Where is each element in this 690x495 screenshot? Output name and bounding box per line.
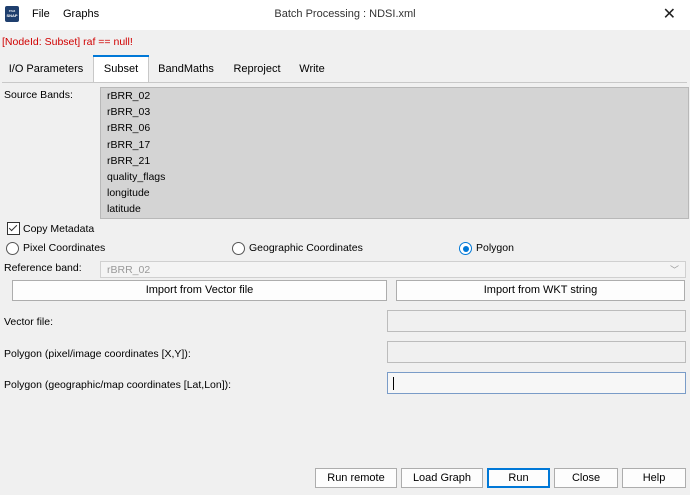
chevron-down-icon: ﹀ [669,265,679,275]
tab-write[interactable]: Write [292,56,332,82]
help-button[interactable]: Help [622,468,686,488]
window-title: Batch Processing : NDSI.xml [274,8,416,20]
load-graph-button[interactable]: Load Graph [401,468,483,488]
polygon-geo-field[interactable] [387,372,686,394]
import-wkt-button[interactable]: Import from WKT string [396,280,685,301]
tab-bandmaths[interactable]: BandMaths [150,56,222,82]
reference-band-label: Reference band: [4,262,82,274]
geographic-coordinates-radio[interactable] [232,242,245,255]
import-vector-button[interactable]: Import from Vector file [12,280,387,301]
list-item[interactable]: rBRR_06 [101,120,688,136]
polygon-radio[interactable] [459,242,472,255]
close-icon[interactable]: ✕ [663,4,676,24]
pixel-coordinates-radio[interactable] [6,242,19,255]
polygon-label: Polygon [476,242,514,254]
tab-io-parameters[interactable]: I/O Parameters [2,56,90,82]
polygon-geo-label: Polygon (geographic/map coordinates [Lat… [4,379,232,391]
list-item[interactable]: latitude [101,201,688,217]
copy-metadata-label: Copy Metadata [23,223,95,235]
close-button[interactable]: Close [554,468,618,488]
list-item[interactable]: rBRR_21 [101,153,688,169]
error-message: [NodeId: Subset] raf == null! [2,36,133,48]
list-item[interactable]: rBRR_03 [101,104,688,120]
geographic-coordinates-label: Geographic Coordinates [249,242,363,254]
vector-file-field[interactable] [387,310,686,332]
run-remote-button[interactable]: Run remote [315,468,397,488]
source-bands-label: Source Bands: [4,89,73,101]
source-bands-list[interactable]: rBRR_02 rBRR_03 rBRR_06 rBRR_17 rBRR_21 … [100,87,689,219]
run-button[interactable]: Run [487,468,550,488]
title-bar: esa SNAP File Graphs Batch Processing : … [0,0,690,30]
copy-metadata-checkbox[interactable] [7,222,20,235]
list-item[interactable]: quality_flags [101,169,688,185]
polygon-pixel-label: Polygon (pixel/image coordinates [X,Y]): [4,348,191,360]
list-item[interactable]: rBRR_17 [101,137,688,153]
reference-band-select[interactable]: rBRR_02 ﹀ [100,261,686,278]
subset-panel: Source Bands: rBRR_02 rBRR_03 rBRR_06 rB… [2,82,689,461]
reference-band-value: rBRR_02 [107,264,151,276]
tab-reproject[interactable]: Reproject [226,56,288,82]
pixel-coordinates-label: Pixel Coordinates [23,242,106,254]
vector-file-label: Vector file: [4,316,54,328]
list-item[interactable]: longitude [101,185,688,201]
tab-subset[interactable]: Subset [93,55,149,82]
list-item[interactable]: rBRR_02 [101,88,688,104]
polygon-pixel-field[interactable] [387,341,686,363]
text-caret [393,377,394,390]
